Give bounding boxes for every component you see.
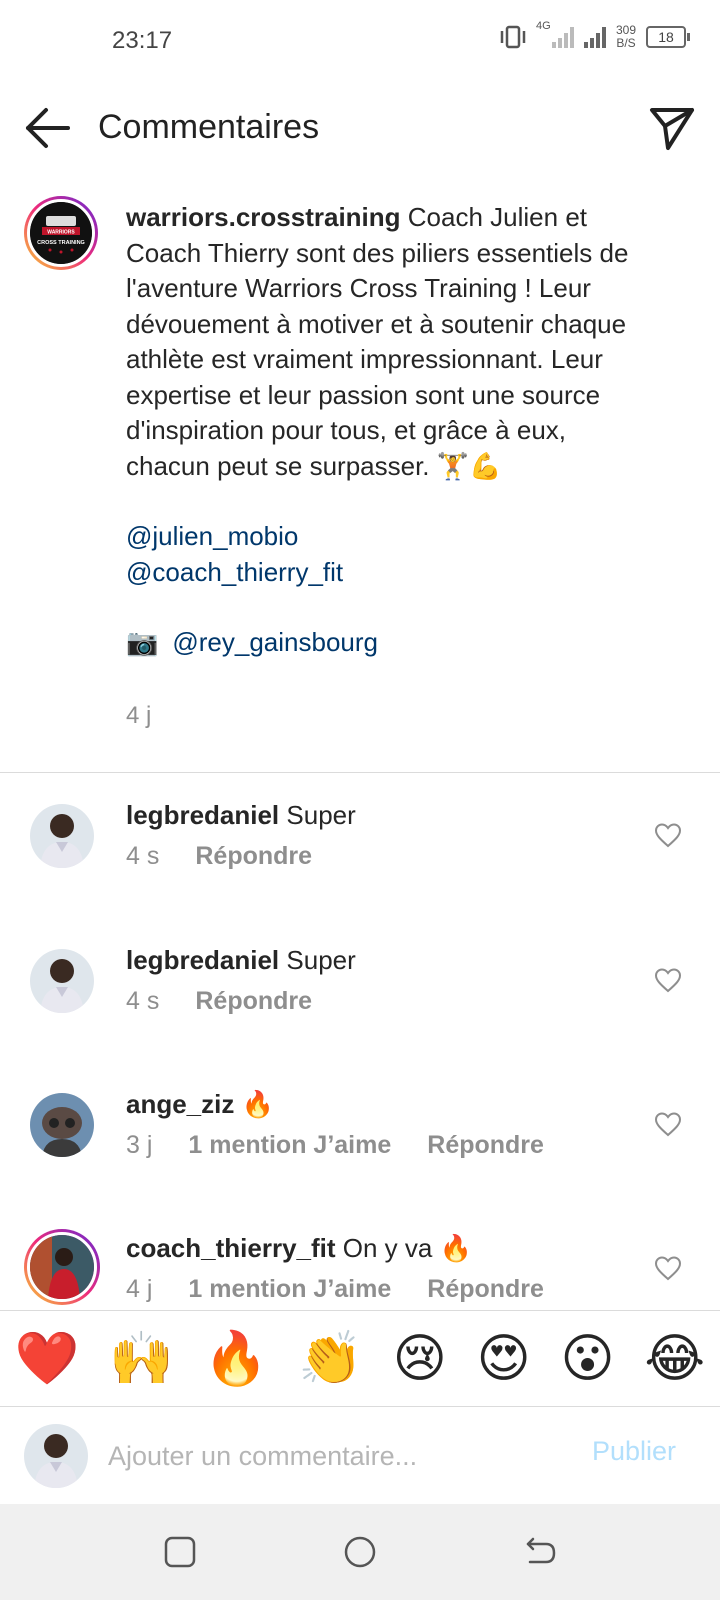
emoji-laughing-button[interactable]: 😂 [644, 1329, 705, 1389]
mention-link[interactable]: @coach_thierry_fit [126, 555, 646, 591]
top-bar: Commentaires [0, 88, 720, 168]
comment-text: On y va 🔥 [342, 1233, 472, 1263]
share-button[interactable] [646, 102, 698, 154]
heart-icon[interactable] [654, 822, 682, 848]
reply-button[interactable]: Répondre [195, 987, 312, 1016]
avatar [24, 1424, 88, 1488]
comment-meta: 3 j 1 mention J’aime Répondre [126, 1131, 544, 1160]
comment-item: legbredaniel Super 4 s Répondre [0, 945, 720, 1059]
vibrate-icon [500, 25, 526, 49]
arrow-left-icon [26, 108, 70, 148]
comment-text: 🔥 [241, 1089, 274, 1119]
post-username[interactable]: warriors.crosstraining [126, 202, 401, 232]
recent-apps-icon[interactable] [162, 1534, 198, 1570]
system-nav-bar [0, 1504, 720, 1600]
svg-text:CROSS TRAINING: CROSS TRAINING [37, 240, 85, 246]
avatar[interactable] [30, 804, 94, 868]
emoji-quick-bar: ❤️ 🙌 🔥 👏 😢 😍 😮 😂 [0, 1310, 720, 1407]
comment-text: Super [286, 945, 356, 975]
emoji-fire-button[interactable]: 🔥 [204, 1329, 269, 1389]
comment-username[interactable]: legbredaniel [126, 800, 279, 830]
comment-time: 4 s [126, 842, 160, 870]
status-icons: 4G 309 B/S 18 [498, 20, 690, 50]
paper-plane-icon [650, 108, 694, 150]
reply-button[interactable]: Répondre [195, 842, 312, 871]
emoji-heart-button[interactable]: ❤️ [15, 1329, 80, 1389]
avatar[interactable] [30, 1093, 94, 1157]
likes-count-button[interactable]: 1 mention J’aime [188, 1275, 391, 1304]
post-timestamp: 4 j [126, 702, 152, 729]
comment-username[interactable]: ange_ziz [126, 1089, 234, 1119]
heart-icon[interactable] [654, 1111, 682, 1137]
reply-button[interactable]: Répondre [427, 1131, 544, 1160]
comment-body: legbredaniel Super [126, 943, 356, 977]
likes-count-button[interactable]: 1 mention J’aime [188, 1131, 391, 1160]
avatar-image [30, 1093, 94, 1157]
page-title: Commentaires [98, 108, 320, 146]
photo-credit-link[interactable]: @rey_gainsbourg [172, 625, 378, 661]
avatar-image [24, 1424, 88, 1488]
logo-image: WARRIORS CROSS TRAINING [30, 202, 92, 264]
comment-text: Super [286, 800, 356, 830]
heart-icon[interactable] [654, 967, 682, 993]
comment-username[interactable]: coach_thierry_fit [126, 1233, 336, 1263]
caption-body: Coach Julien et Coach Thierry sont des p… [126, 202, 629, 481]
comment-item: ange_ziz 🔥 3 j 1 mention J’aime Répondre [0, 1089, 720, 1203]
network-speed: 309 B/S [615, 23, 636, 50]
comment-time: 3 j [126, 1131, 153, 1159]
battery-icon: 18 [646, 26, 690, 48]
comment-username[interactable]: legbredaniel [126, 945, 279, 975]
comment-meta: 4 s Répondre [126, 842, 312, 871]
comment-meta: 4 j 1 mention J’aime Répondre [126, 1275, 544, 1304]
emoji-clap-button[interactable]: 👏 [298, 1329, 363, 1389]
comment-body: legbredaniel Super [126, 798, 356, 832]
heart-icon[interactable] [654, 1255, 682, 1281]
home-icon[interactable] [342, 1534, 378, 1570]
mention-link[interactable]: @julien_mobio [126, 519, 646, 555]
caption-text: warriors.crosstraining Coach Julien et C… [126, 200, 646, 661]
post-author-avatar[interactable]: WARRIORS CROSS TRAINING [24, 196, 98, 270]
camera-emoji: 📷 [126, 627, 159, 657]
back-button[interactable] [22, 104, 74, 152]
divider [0, 772, 720, 773]
reply-button[interactable]: Répondre [427, 1275, 544, 1304]
signal-icon [583, 26, 606, 48]
avatar-image [30, 804, 94, 868]
comment-time: 4 j [126, 1275, 153, 1303]
comment-meta: 4 s Répondre [126, 987, 312, 1016]
comment-item: legbredaniel Super 4 s Répondre [0, 800, 720, 914]
avatar[interactable] [30, 949, 94, 1013]
comment-body: ange_ziz 🔥 [126, 1087, 274, 1121]
comment-time: 4 s [126, 987, 160, 1015]
status-time: 23:17 [112, 27, 173, 54]
avatar-image [30, 949, 94, 1013]
comment-composer: Publier [0, 1408, 720, 1504]
mobile-signal-icon: 4G [536, 20, 574, 48]
emoji-heart-eyes-button[interactable]: 😍 [477, 1329, 531, 1389]
emoji-crying-button[interactable]: 😢 [393, 1329, 447, 1389]
avatar-image [30, 1235, 94, 1299]
comment-body: coach_thierry_fit On y va 🔥 [126, 1231, 472, 1265]
svg-text:WARRIORS: WARRIORS [47, 230, 75, 236]
avatar[interactable] [24, 1229, 100, 1305]
comment-input[interactable] [108, 1428, 548, 1484]
back-nav-icon[interactable] [522, 1534, 558, 1570]
publish-button[interactable]: Publier [592, 1436, 676, 1467]
emoji-surprised-button[interactable]: 😮 [560, 1329, 614, 1389]
status-bar: 23:17 4G 309 B/S 18 [0, 0, 720, 80]
emoji-raised-hands-button[interactable]: 🙌 [109, 1329, 174, 1389]
